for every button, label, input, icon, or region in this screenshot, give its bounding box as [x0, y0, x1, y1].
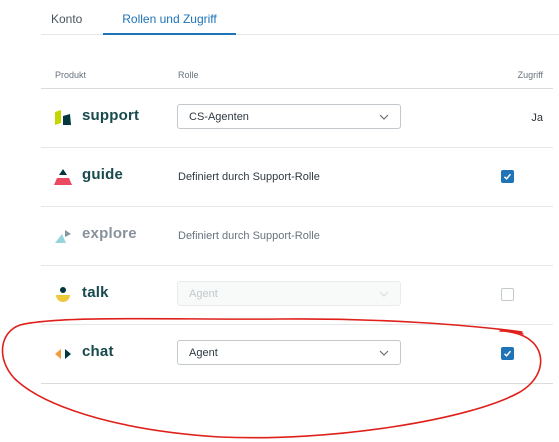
product-name: support [82, 107, 140, 124]
column-header-product: Produkt [55, 70, 87, 80]
table-row-guide: guide Definiert durch Support-Rolle [41, 148, 553, 207]
check-icon [503, 350, 512, 357]
access-checkbox-talk[interactable] [501, 288, 514, 301]
chevron-down-icon [379, 291, 389, 297]
explore-logo-icon [55, 230, 71, 243]
chevron-down-icon [379, 350, 389, 356]
table-header: Produkt Rolle Zugriff [41, 62, 553, 89]
product-name: guide [82, 166, 123, 183]
table-row-chat: chat Agent [41, 325, 553, 384]
chat-logo-icon [55, 349, 71, 359]
guide-logo-icon [54, 169, 72, 185]
role-select-value: CS-Agenten [189, 111, 249, 123]
chevron-down-icon [379, 114, 389, 120]
product-name: talk [82, 284, 109, 301]
tab-bar: Konto Rollen und Zugriff [41, 0, 559, 35]
check-icon [503, 173, 512, 180]
table-row-support: support CS-Agenten Ja [41, 89, 553, 148]
role-select-value: Agent [189, 288, 218, 300]
tab-rollen-und-zugriff[interactable]: Rollen und Zugriff [103, 0, 236, 35]
role-text: Definiert durch Support-Rolle [178, 230, 320, 242]
column-header-role: Rolle [178, 70, 199, 80]
product-name: chat [82, 343, 114, 360]
table-row-talk: talk Agent [41, 266, 553, 325]
column-header-access: Zugriff [517, 70, 543, 80]
table-row-explore: explore Definiert durch Support-Rolle [41, 207, 553, 266]
role-select-support[interactable]: CS-Agenten [177, 104, 401, 129]
product-name: explore [82, 225, 137, 242]
support-logo-icon [55, 110, 71, 125]
talk-logo-icon [56, 287, 70, 302]
role-text: Definiert durch Support-Rolle [178, 171, 320, 183]
roles-access-table: Produkt Rolle Zugriff support CS-Agenten… [41, 62, 553, 384]
access-value: Ja [531, 112, 543, 124]
role-select-value: Agent [189, 347, 218, 359]
tab-konto[interactable]: Konto [51, 0, 82, 34]
access-checkbox-guide[interactable] [501, 170, 514, 183]
role-select-chat[interactable]: Agent [177, 340, 401, 365]
access-checkbox-chat[interactable] [501, 347, 514, 360]
role-select-talk[interactable]: Agent [177, 281, 401, 306]
